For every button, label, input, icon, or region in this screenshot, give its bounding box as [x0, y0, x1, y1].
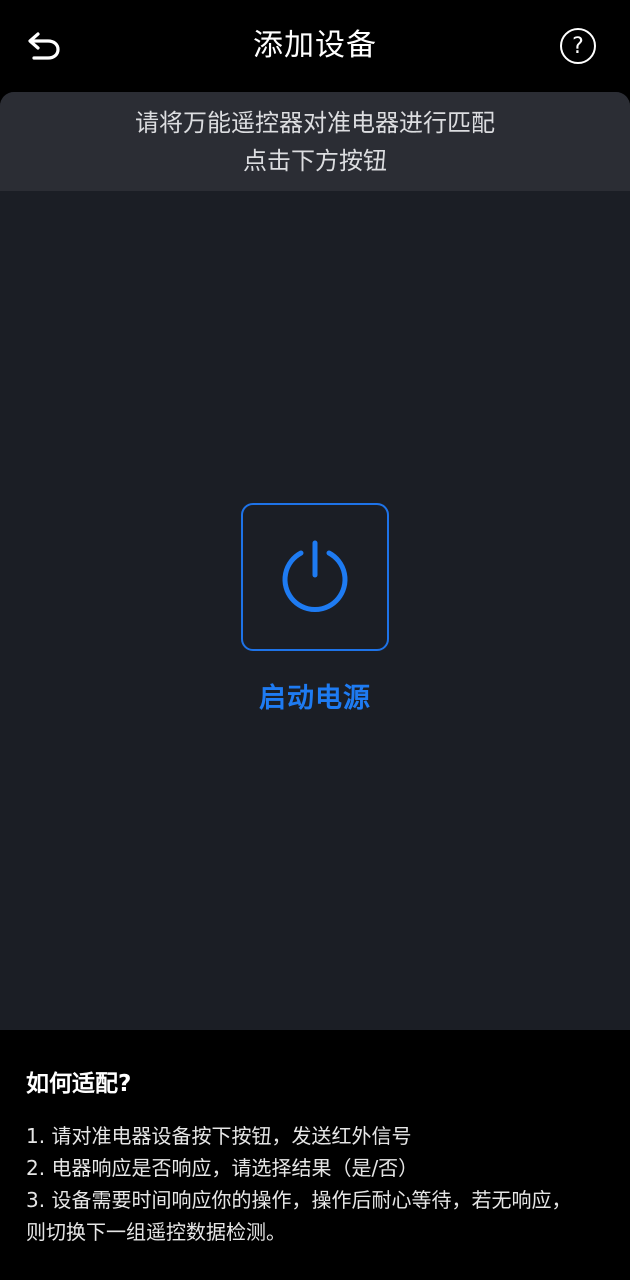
instruction-banner: 请将万能遥控器对准电器进行匹配 点击下方按钮: [0, 92, 630, 191]
add-device-screen: 添加设备 ? 请将万能遥控器对准电器进行匹配 点击下方按钮 启动电源 如何适配?…: [0, 0, 630, 1280]
list-item: 2. 电器响应是否响应，请选择结果（是/否）: [26, 1156, 419, 1180]
instruction-line-2: 点击下方按钮: [243, 146, 387, 175]
pairing-panel: 请将万能遥控器对准电器进行匹配 点击下方按钮 启动电源: [0, 92, 630, 1030]
top-bar: 添加设备 ?: [0, 0, 630, 92]
help-section-title: 如何适配?: [26, 1071, 132, 1097]
power-icon: [282, 540, 348, 612]
how-to-pair-section: 如何适配? 1. 请对准电器设备按下按钮，发送红外信号 2. 电器响应是否响应，…: [0, 1030, 630, 1280]
power-button-label[interactable]: 启动电源: [0, 681, 630, 717]
power-button[interactable]: [241, 503, 389, 651]
page-title: 添加设备: [253, 28, 377, 63]
instruction-line-1: 请将万能遥控器对准电器进行匹配: [135, 108, 495, 137]
list-item: 1. 请对准电器设备按下按钮，发送红外信号: [26, 1124, 412, 1148]
pairing-steps-list: 1. 请对准电器设备按下按钮，发送红外信号 2. 电器响应是否响应，请选择结果（…: [26, 1120, 586, 1248]
help-button[interactable]: ?: [560, 28, 596, 64]
help-circle-icon: ?: [572, 33, 584, 59]
list-item: 3. 设备需要时间响应你的操作，操作后耐心等待，若无响应，则切换下一组遥控数据检…: [26, 1188, 572, 1244]
